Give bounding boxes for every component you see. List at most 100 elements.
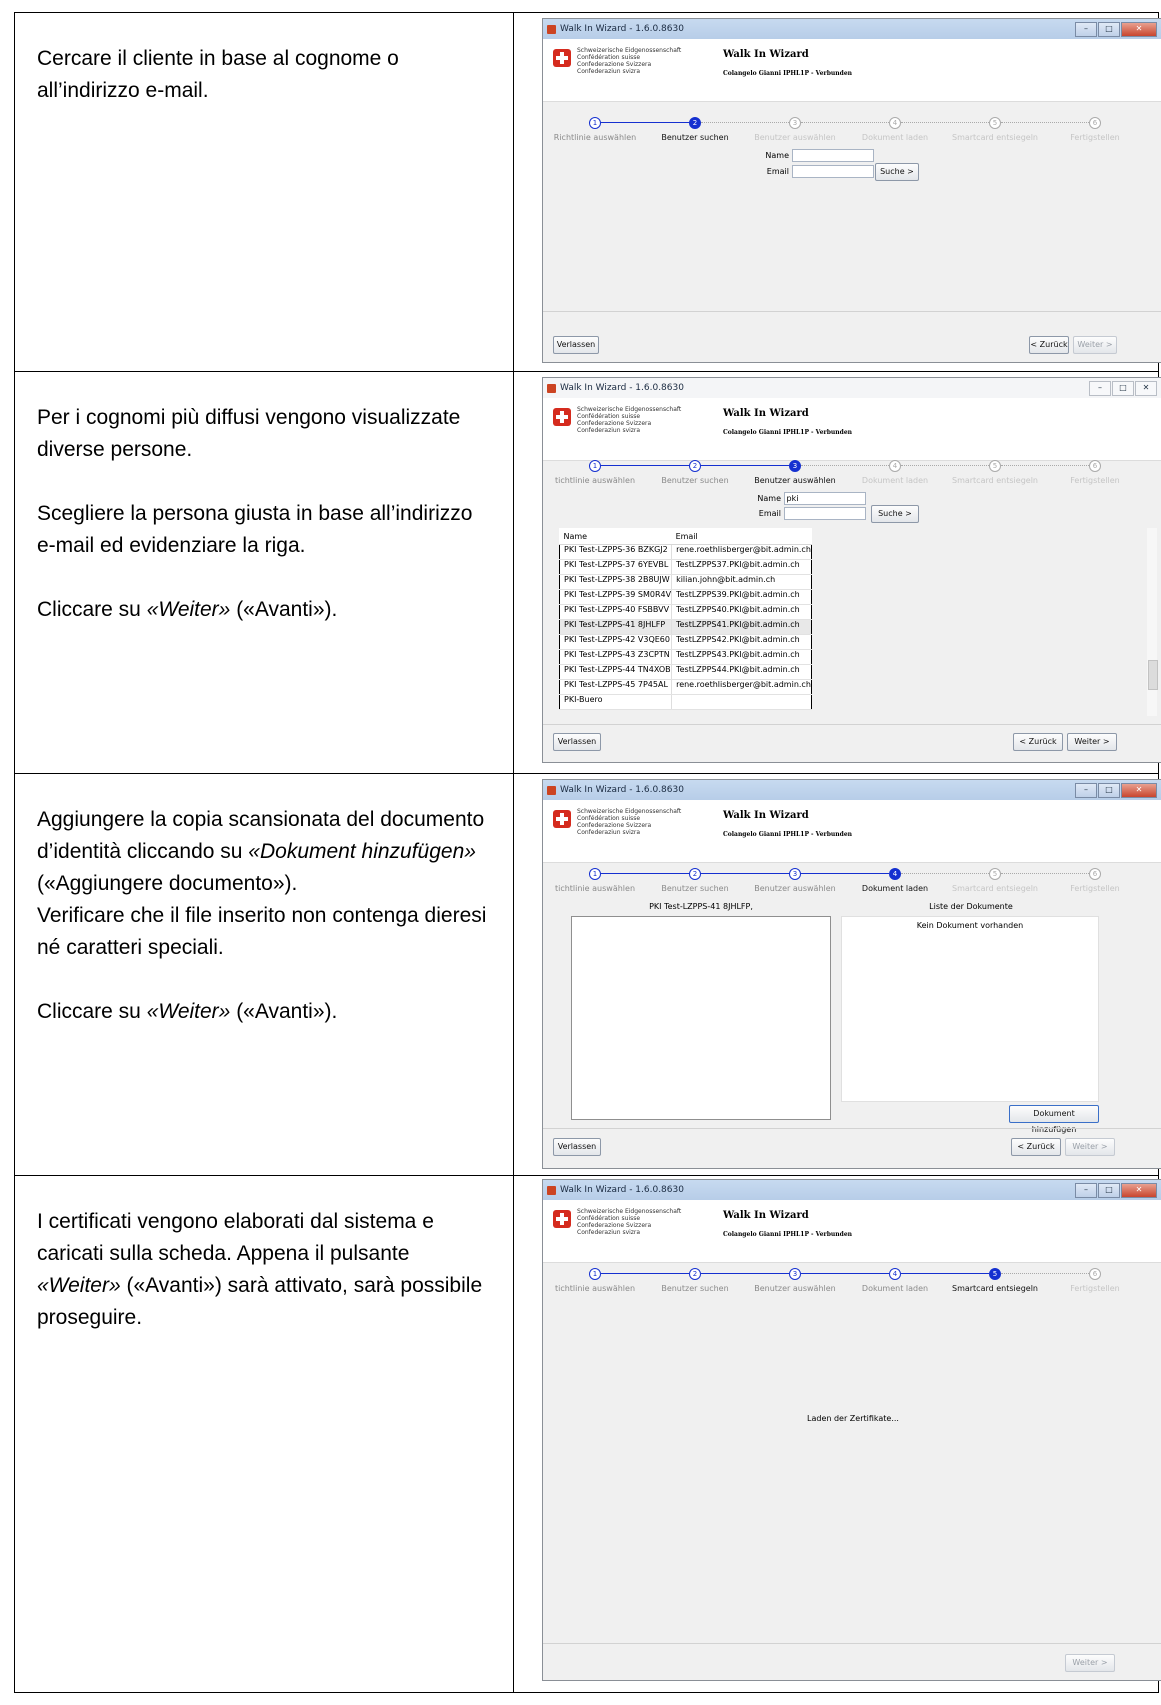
confed-line: Confederaziun svizra	[577, 68, 641, 75]
instruction-text: Scegliere la persona giusta in base all’…	[37, 502, 473, 557]
wizard-header: Schweizerische Eidgenossenschaft Confédér…	[543, 1200, 1161, 1263]
wizard-window: Walk In Wizard - 1.6.0.8630 – □ ✕ Schweize…	[542, 18, 1161, 363]
swiss-flag-icon	[553, 1210, 571, 1228]
back-button[interactable]: < Zurück	[1013, 733, 1063, 751]
instruction-text: Cercare il cliente in base al cognome o …	[37, 47, 399, 102]
table-row[interactable]: PKI-Buero	[558, 694, 812, 710]
bottom-bar	[543, 1643, 1161, 1644]
user-name-cell: PKI Test-LZPPS-38 2B8UJW	[558, 574, 673, 590]
maximize-icon[interactable]: □	[1098, 783, 1120, 798]
table-row[interactable]: PKI Test-LZPPS-38 2B8UJW kilian.john@bit.…	[558, 574, 812, 590]
user-email-cell: TestLZPPS43.PKI@bit.admin.ch	[671, 649, 812, 665]
instruction-table: Cercare il cliente in base al cognome o …	[14, 12, 1161, 1693]
back-button[interactable]: < Zurück	[1011, 1138, 1061, 1156]
instruction-paragraph: Cliccare su «Weiter» («Avanti»).	[37, 996, 493, 1028]
maximize-icon[interactable]: □	[1098, 22, 1120, 37]
add-document-button[interactable]: Dokument hinzufügen	[1009, 1105, 1099, 1134]
close-icon[interactable]: ✕	[1121, 22, 1157, 37]
user-email-cell: TestLZPPS41.PKI@bit.admin.ch	[671, 619, 812, 635]
next-button[interactable]: Weiter >	[1067, 733, 1117, 751]
step-number-icon: 1	[589, 868, 601, 880]
table-row[interactable]: PKI Test-LZPPS-36 BZKGJ2 rene.roethlisber…	[558, 544, 812, 560]
document-list[interactable]: Kein Dokument vorhanden	[841, 916, 1099, 1102]
button-reference: «Dokument hinzufügen»	[248, 840, 476, 863]
leave-button[interactable]: Verlassen	[553, 733, 601, 751]
table-row[interactable]: PKI Test-LZPPS-44 TN4XOB TestLZPPS44.PKI@…	[558, 664, 812, 680]
email-row: Email	[763, 165, 874, 178]
instruction-text: Verificare che il file inserito non cont…	[37, 904, 487, 959]
window-title: Walk In Wizard - 1.6.0.8630	[560, 785, 684, 795]
step-number-icon: 6	[1089, 1268, 1101, 1280]
wizard-header: Schweizerische Eidgenossenschaft Confédér…	[543, 800, 1161, 863]
minimize-icon[interactable]: –	[1075, 783, 1097, 798]
table-row[interactable]: PKI Test-LZPPS-45 7P45AL rene.roethlisber…	[558, 679, 812, 695]
instruction-text: Cliccare su	[37, 598, 147, 621]
confederation-text: Schweizerische Eidgenossenschaft Confédér…	[577, 1208, 681, 1236]
wizard-steps: 1 tichtlinie auswählen 2 Benutzer suchen 3 Be…	[543, 868, 1161, 898]
maximize-icon[interactable]: □	[1098, 1183, 1120, 1198]
next-button[interactable]: Weiter >	[1073, 336, 1117, 354]
next-button[interactable]: Weiter >	[1065, 1138, 1115, 1156]
email-row: Email	[755, 507, 866, 520]
column-header[interactable]: Email	[671, 528, 812, 545]
bottom-bar	[543, 311, 1161, 312]
step-number-icon: 1	[589, 460, 601, 472]
step-number-icon: 5	[989, 460, 1001, 472]
header-user: Colangelo Gianni IPHL1P - Verbunden	[723, 831, 853, 838]
close-icon[interactable]: ✕	[1121, 783, 1157, 798]
confed-line: Confederaziun svizra	[577, 1229, 641, 1236]
next-button[interactable]: Weiter >	[1065, 1654, 1115, 1672]
minimize-icon[interactable]: –	[1075, 1183, 1097, 1198]
email-label: Email	[758, 509, 781, 518]
instruction-text: («Avanti»).	[230, 1000, 338, 1023]
confed-line: Schweizerische Eidgenossenschaft	[577, 47, 682, 54]
leave-button[interactable]: Verlassen	[553, 336, 599, 354]
user-email-cell: TestLZPPS40.PKI@bit.admin.ch	[671, 604, 812, 620]
column-header[interactable]: Name	[559, 528, 672, 545]
confed-line: Confédération suisse	[577, 1215, 641, 1222]
header-user: Colangelo Gianni IPHL1P - Verbunden	[723, 70, 853, 77]
user-email-cell: TestLZPPS37.PKI@bit.admin.ch	[671, 559, 812, 575]
table-row[interactable]: PKI Test-LZPPS-37 6YEVBL TestLZPPS37.PKI@…	[558, 559, 812, 575]
step-number-icon: 5	[989, 1268, 1001, 1280]
name-input[interactable]	[791, 149, 874, 162]
confederation-text: Schweizerische Eidgenossenschaft Confédér…	[577, 808, 681, 836]
document-list-title: Liste der Dokumente	[929, 902, 1013, 911]
step-number-icon: 3	[789, 460, 801, 472]
table-row[interactable]: PKI Test-LZPPS-41 8JHLFP TestLZPPS41.PKI@…	[558, 619, 812, 635]
leave-button[interactable]: Verlassen	[553, 1138, 601, 1156]
table-row[interactable]: PKI Test-LZPPS-42 V3QE60 TestLZPPS42.PKI@…	[558, 634, 812, 650]
instruction-paragraph: I certificati vengono elaborati dal sist…	[37, 1206, 493, 1334]
window-titlebar: Walk In Wizard - 1.6.0.8630 – □ ✕	[543, 378, 1161, 398]
user-email-cell: TestLZPPS42.PKI@bit.admin.ch	[671, 634, 812, 650]
close-icon[interactable]: ✕	[1121, 1183, 1157, 1198]
wizard-step: 6 Fertigstellen	[1035, 1268, 1155, 1293]
table-row[interactable]: PKI Test-LZPPS-39 SM0R4V TestLZPPS39.PKI@…	[558, 589, 812, 605]
confed-line: Confederaziun svizra	[577, 427, 641, 434]
screenshot-cell: Walk In Wizard - 1.6.0.8630 – □ ✕ Schweize…	[513, 1175, 1161, 1693]
step-number-icon: 6	[1089, 460, 1101, 472]
table-scrollbar[interactable]	[1147, 528, 1158, 716]
search-button[interactable]: Suche >	[875, 163, 919, 181]
maximize-icon[interactable]: □	[1112, 381, 1134, 396]
confed-line: Confédération suisse	[577, 54, 641, 61]
close-icon[interactable]: ✕	[1135, 381, 1157, 396]
header-user: Colangelo Gianni IPHL1P - Verbunden	[723, 429, 853, 436]
name-input[interactable]: pki	[783, 492, 866, 505]
user-name-cell: PKI Test-LZPPS-39 SM0R4V	[558, 589, 673, 605]
back-button[interactable]: < Zurück	[1029, 336, 1069, 354]
table-row[interactable]: PKI Test-LZPPS-40 FSBBVV TestLZPPS40.PKI@…	[558, 604, 812, 620]
confed-line: Confederazione Svizzera	[577, 822, 652, 829]
minimize-icon[interactable]: –	[1075, 22, 1097, 37]
header-title: Walk In Wizard	[723, 810, 809, 821]
email-input[interactable]	[791, 165, 874, 178]
user-name-cell: PKI Test-LZPPS-43 Z3CPTN	[558, 649, 673, 665]
confed-line: Schweizerische Eidgenossenschaft	[577, 1208, 682, 1215]
bottom-bar	[543, 724, 1161, 725]
search-button[interactable]: Suche >	[871, 505, 919, 523]
table-row[interactable]: PKI Test-LZPPS-43 Z3CPTN TestLZPPS43.PKI@…	[558, 649, 812, 665]
scroll-thumb[interactable]	[1148, 660, 1158, 690]
wizard-step: 6 Fertigstellen	[1035, 117, 1155, 142]
minimize-icon[interactable]: –	[1089, 381, 1111, 396]
email-input[interactable]	[783, 507, 866, 520]
